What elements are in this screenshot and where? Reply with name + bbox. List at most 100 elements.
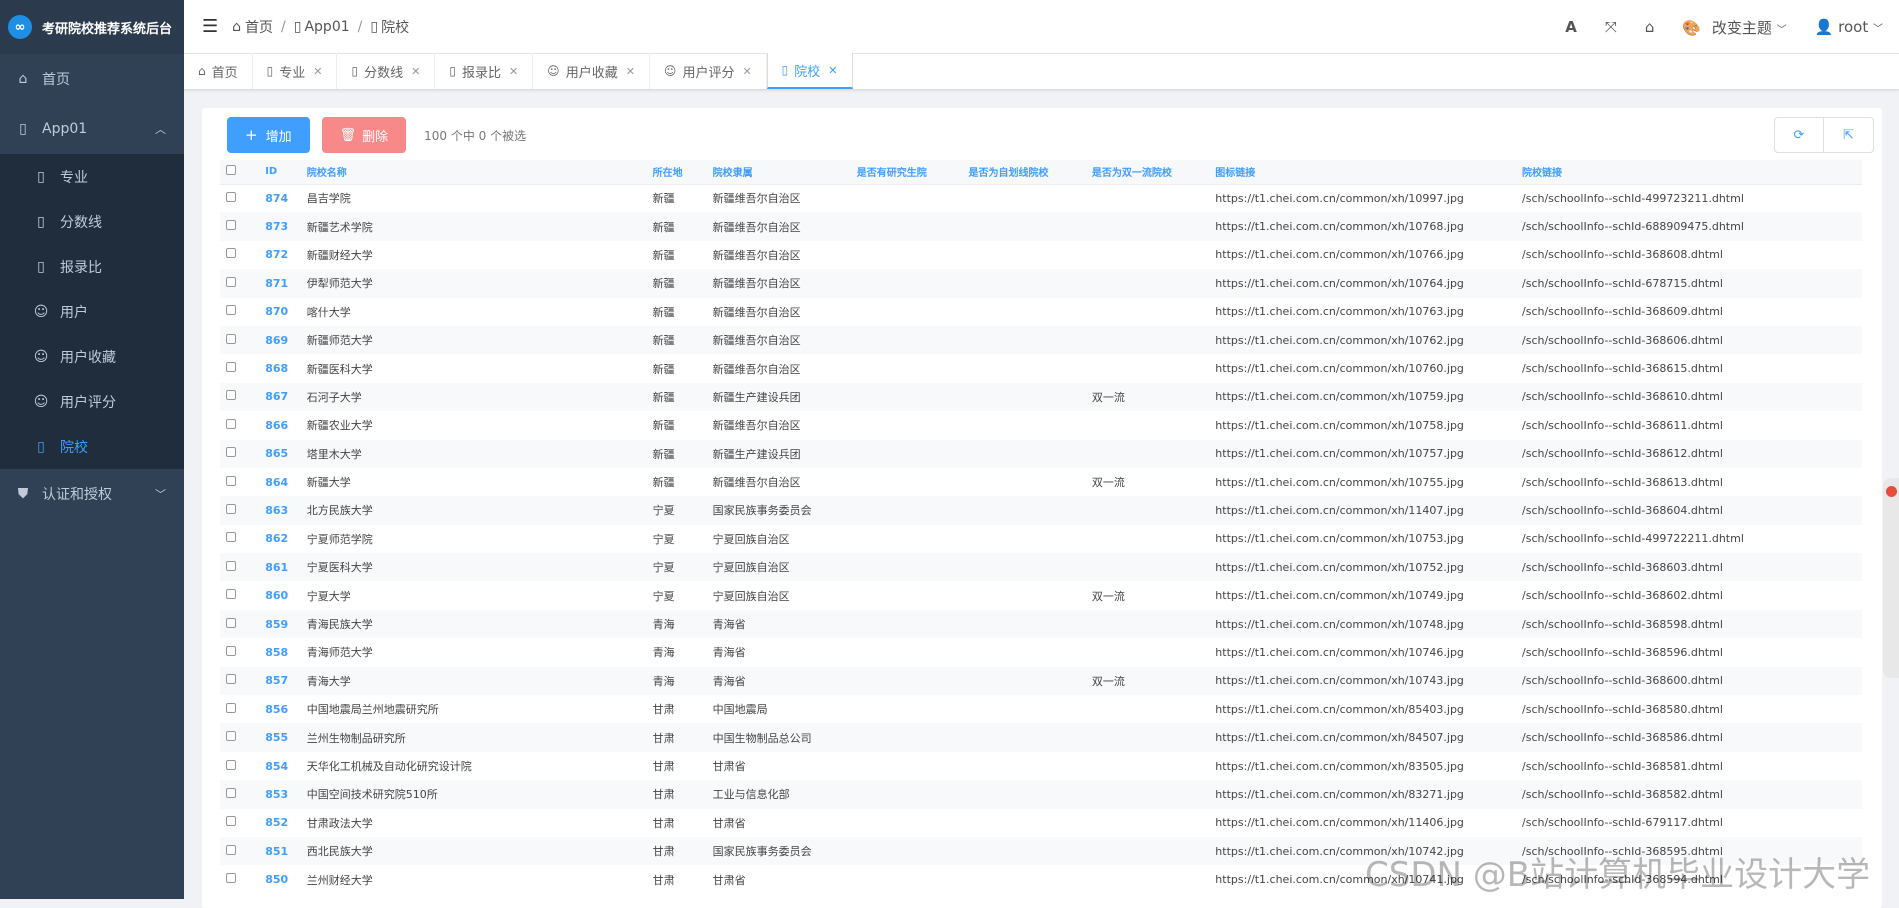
table-row[interactable]: 873 新疆艺术学院 新疆 新疆维吾尔自治区 https://t1.chei.com.c…: [220, 212, 1862, 241]
tab[interactable]: ▯ 分数线 ✕: [337, 53, 436, 89]
row-id-link[interactable]: 866: [259, 411, 301, 439]
tab[interactable]: ☺ 用户收藏 ✕: [533, 53, 650, 89]
row-checkbox[interactable]: [220, 298, 259, 326]
row-id-link[interactable]: 853: [259, 780, 301, 809]
sidebar-subitem[interactable]: ☺ 用户收藏: [0, 334, 184, 379]
row-checkbox[interactable]: [220, 439, 260, 468]
row-checkbox[interactable]: [220, 411, 259, 439]
row-id-link[interactable]: 874: [259, 184, 301, 212]
column-header[interactable]: 图标链接: [1209, 160, 1517, 185]
column-header[interactable]: ID: [259, 160, 301, 185]
table-row[interactable]: 868 新疆医科大学 新疆 新疆维吾尔自治区 https://t1.chei.com.c…: [220, 354, 1862, 382]
row-id-link[interactable]: 873: [259, 212, 301, 241]
row-checkbox[interactable]: [220, 354, 259, 382]
row-id-link[interactable]: 867: [259, 382, 301, 412]
export-icon[interactable]: ⇱: [1824, 117, 1874, 153]
table-row[interactable]: 852 甘肃政法大学 甘肃 甘肃省 https://t1.chei.com.cn/com…: [220, 809, 1862, 837]
close-icon[interactable]: ✕: [313, 65, 322, 78]
row-id-link[interactable]: 869: [259, 325, 301, 355]
table-row[interactable]: 857 青海大学 青海 青海省 双一流 https://t1.chei.com.cn/co…: [220, 666, 1862, 696]
table-row[interactable]: 854 天华化工机械及自动化研究设计院 甘肃 甘肃省 https://t1.chei.c…: [220, 752, 1862, 780]
table-row[interactable]: 870 喀什大学 新疆 新疆维吾尔自治区 https://t1.chei.com.cn/…: [220, 298, 1862, 326]
close-icon[interactable]: ✕: [828, 64, 837, 77]
row-checkbox[interactable]: [220, 241, 259, 269]
close-icon[interactable]: ✕: [626, 65, 635, 78]
select-all-checkbox[interactable]: [220, 160, 260, 185]
row-id-link[interactable]: 865: [259, 439, 301, 468]
floating-widget[interactable]: [1883, 478, 1899, 678]
tab[interactable]: ⌂ 首页: [184, 53, 253, 89]
table-row[interactable]: 874 昌吉学院 新疆 新疆维吾尔自治区 https://t1.chei.com.cn/…: [220, 184, 1862, 212]
row-id-link[interactable]: 872: [259, 241, 301, 269]
add-button[interactable]: + 增加: [227, 117, 310, 153]
row-id-link[interactable]: 868: [259, 354, 301, 382]
row-checkbox[interactable]: [220, 865, 259, 893]
column-header[interactable]: 院校隶属: [706, 160, 851, 185]
table-row[interactable]: 855 兰州生物制品研究所 甘肃 中国生物制品总公司 https://t1.chei.c…: [220, 723, 1862, 752]
fullscreen-icon[interactable]: ⤧: [1605, 18, 1617, 36]
table-row[interactable]: 858 青海师范大学 青海 青海省 https://t1.chei.com.cn/com…: [220, 638, 1862, 666]
row-id-link[interactable]: 859: [259, 609, 301, 639]
column-header[interactable]: 院校链接: [1516, 160, 1862, 185]
row-checkbox[interactable]: [220, 468, 259, 496]
font-size-icon[interactable]: A: [1565, 18, 1577, 36]
row-id-link[interactable]: 862: [259, 525, 301, 553]
row-id-link[interactable]: 858: [259, 638, 301, 666]
sidebar-subitem[interactable]: ▯ 专业: [0, 154, 184, 199]
column-header[interactable]: 是否有研究生院: [850, 160, 963, 185]
table-row[interactable]: 864 新疆大学 新疆 新疆维吾尔自治区 双一流 https://t1.chei.com.…: [220, 468, 1862, 496]
row-checkbox[interactable]: [220, 382, 260, 412]
row-checkbox[interactable]: [220, 581, 259, 609]
hamburger-icon[interactable]: ☰: [202, 16, 218, 37]
table-row[interactable]: 871 伊犁师范大学 新疆 新疆维吾尔自治区 https://t1.chei.com.c…: [220, 269, 1862, 298]
row-checkbox[interactable]: [220, 836, 260, 866]
close-icon[interactable]: ✕: [411, 65, 420, 78]
table-row[interactable]: 862 宁夏师范学院 宁夏 宁夏回族自治区 https://t1.chei.com.cn…: [220, 525, 1862, 553]
row-checkbox[interactable]: [220, 723, 260, 752]
row-checkbox[interactable]: [220, 666, 260, 696]
table-row[interactable]: 859 青海民族大学 青海 青海省 https://t1.chei.com.cn/com…: [220, 609, 1862, 639]
row-checkbox[interactable]: [220, 695, 259, 723]
sidebar-item-home[interactable]: ⌂ 首页: [0, 54, 184, 104]
tab[interactable]: ☺ 用户评分 ✕: [650, 53, 767, 89]
row-checkbox[interactable]: [220, 752, 259, 780]
table-row[interactable]: 856 中国地震局兰州地震研究所 甘肃 中国地震局 https://t1.chei.co…: [220, 695, 1862, 723]
row-checkbox[interactable]: [220, 184, 259, 212]
table-row[interactable]: 866 新疆农业大学 新疆 新疆维吾尔自治区 https://t1.chei.com.c…: [220, 411, 1862, 439]
tab[interactable]: ▯ 报录比 ✕: [435, 53, 534, 89]
row-id-link[interactable]: 864: [259, 468, 301, 496]
sidebar-subitem[interactable]: ▯ 院校: [0, 424, 184, 469]
sidebar-subitem[interactable]: ▯ 报录比: [0, 244, 184, 289]
column-header[interactable]: 院校名称: [300, 160, 647, 185]
row-id-link[interactable]: 861: [259, 553, 301, 582]
row-id-link[interactable]: 860: [259, 581, 301, 609]
column-header[interactable]: 是否为自划线院校: [962, 160, 1086, 185]
row-id-link[interactable]: 855: [259, 723, 301, 752]
sidebar-item-app01[interactable]: ▯ App01 ︿: [0, 104, 184, 154]
refresh-icon[interactable]: ⟳: [1774, 117, 1824, 153]
table-row[interactable]: 869 新疆师范大学 新疆 新疆维吾尔自治区 https://t1.chei.com.c…: [220, 325, 1862, 355]
sidebar-subitem[interactable]: ☺ 用户评分: [0, 379, 184, 424]
row-checkbox[interactable]: [220, 553, 260, 582]
table-row[interactable]: 863 北方民族大学 宁夏 国家民族事务委员会 https://t1.chei.com.…: [220, 496, 1862, 525]
close-icon[interactable]: ✕: [509, 65, 518, 78]
row-id-link[interactable]: 857: [259, 666, 301, 696]
delete-button[interactable]: 🗑 删除: [321, 117, 407, 153]
user-menu[interactable]: 👤 root ﹀: [1815, 18, 1883, 36]
row-id-link[interactable]: 852: [259, 809, 301, 837]
row-checkbox[interactable]: [220, 325, 260, 355]
table-row[interactable]: 872 新疆财经大学 新疆 新疆维吾尔自治区 https://t1.chei.com.c…: [220, 241, 1862, 269]
row-checkbox[interactable]: [220, 212, 260, 241]
column-header[interactable]: 是否为双一流院校: [1085, 160, 1210, 185]
row-id-link[interactable]: 870: [259, 298, 301, 326]
table-row[interactable]: 853 中国空间技术研究院510所 甘肃 工业与信息化部 https://t1.chei…: [220, 780, 1862, 809]
row-checkbox[interactable]: [220, 269, 260, 298]
sidebar-subitem[interactable]: ▯ 分数线: [0, 199, 184, 244]
table-row[interactable]: 861 宁夏医科大学 宁夏 宁夏回族自治区 https://t1.chei.com.cn…: [220, 553, 1862, 582]
row-id-link[interactable]: 851: [259, 836, 301, 866]
row-id-link[interactable]: 854: [259, 752, 301, 780]
row-checkbox[interactable]: [220, 638, 259, 666]
row-checkbox[interactable]: [220, 780, 260, 809]
theme-switcher[interactable]: 🎨 改变主题 ﹀: [1682, 17, 1786, 38]
column-header[interactable]: 所在地: [646, 160, 707, 185]
